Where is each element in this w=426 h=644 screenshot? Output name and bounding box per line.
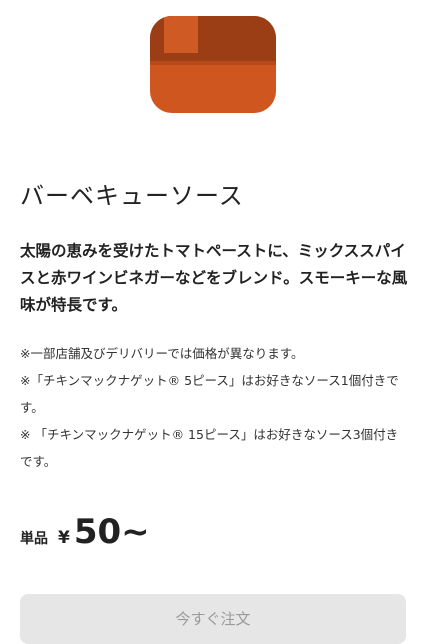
price-row: 単品 ¥ 50~ <box>20 512 150 562</box>
price-label: 単品 <box>20 531 48 547</box>
product-description: 太陽の恵みを受けたトマトペーストに、ミックススパイスと赤ワインビネガーなどをブレ… <box>20 242 408 314</box>
note-item: ※「チキンマックナゲット® 5ピース」はお好きなソース1個付きです。 <box>20 373 399 415</box>
product-image-sauce-container-icon <box>150 16 276 113</box>
price-value: 50~ <box>73 512 150 552</box>
order-now-button[interactable]: 今すぐ注文 <box>20 594 406 644</box>
container-tab <box>164 16 198 53</box>
product-title: バーベキューソース <box>20 182 244 210</box>
container-seam <box>150 61 276 65</box>
note-item: ※ 「チキンマックナゲット® 15ピース」はお好きなソース3個付きです。 <box>20 427 399 469</box>
note-item: ※一部店舗及びデリバリーでは価格が異なります。 <box>20 346 304 361</box>
product-notes: ※一部店舗及びデリバリーでは価格が異なります。 ※「チキンマックナゲット® 5ピ… <box>20 340 410 475</box>
price-currency: ¥ <box>58 528 70 548</box>
